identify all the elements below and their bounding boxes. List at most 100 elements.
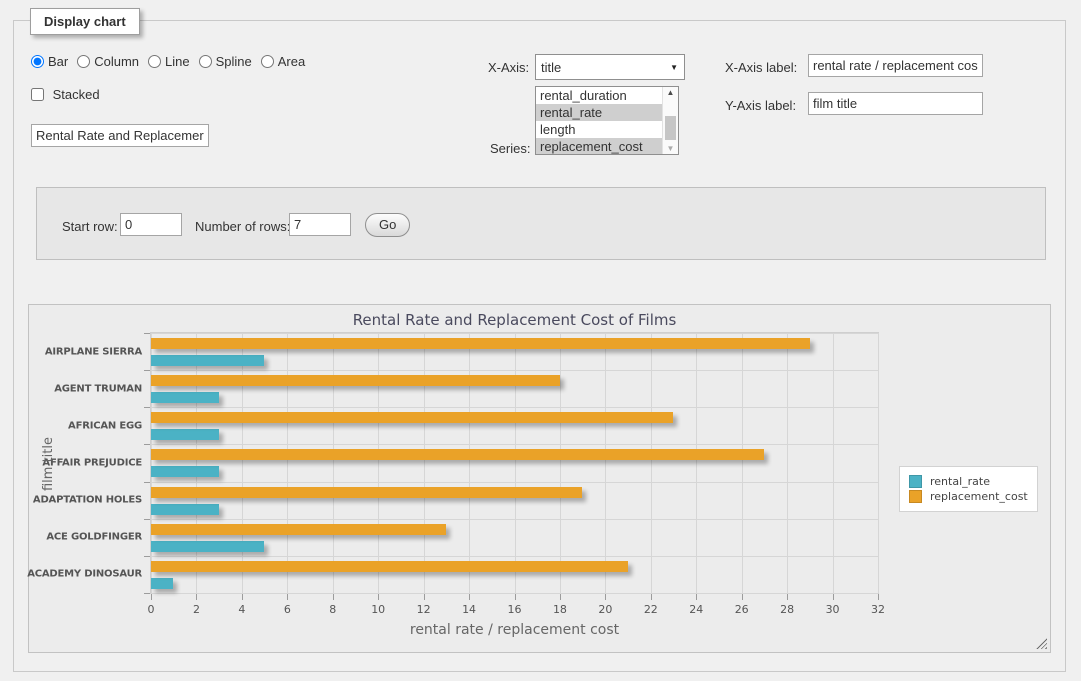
x-tick-label: 22 [644,603,658,616]
display-chart-fieldset: Display chart BarColumnLineSplineArea St… [13,20,1066,672]
x-tick-mark [333,594,334,600]
x-tick-label: 14 [462,603,476,616]
radio-bar[interactable] [31,55,44,68]
stacked-label: Stacked [53,87,100,102]
series-option-length[interactable]: length [536,121,662,138]
go-button[interactable]: Go [365,213,410,237]
x-tick-label: 6 [284,603,291,616]
x-tick-label: 4 [238,603,245,616]
stacked-row: Stacked [31,87,100,102]
radio-label: Line [165,54,190,69]
gridline-x-22 [651,333,652,593]
x-axis-select[interactable]: title ▼ [535,54,685,80]
x-tick-label: 0 [148,603,155,616]
gridline-x-0 [151,333,152,593]
number-of-rows-label: Number of rows: [195,219,290,234]
legend-item-replacement_cost: replacement_cost [909,490,1028,503]
page: Display chart BarColumnLineSplineArea St… [0,0,1081,681]
gridline-x-2 [196,333,197,593]
bar-replacement_cost-agent-truman [151,375,560,386]
x-tick-label: 16 [508,603,522,616]
gridline-x-12 [424,333,425,593]
category-label-agent-truman: AGENT TRUMAN [54,384,142,395]
start-row-input[interactable] [120,213,182,236]
bar-replacement_cost-affair-prejudice [151,449,764,460]
category-label-ace-goldfinger: ACE GOLDFINGER [46,532,142,543]
gridline-x-26 [742,333,743,593]
y-tick-mark [144,444,150,445]
series-list-label: Series: [490,141,530,156]
radio-column[interactable] [77,55,90,68]
x-tick-label: 26 [735,603,749,616]
radio-area[interactable] [261,55,274,68]
gridline-x-32 [878,333,879,593]
chart-plot-area: 02468101214161820222426283032AIRPLANE SI… [150,332,879,594]
x-tick-label: 10 [371,603,385,616]
radio-line[interactable] [148,55,161,68]
chart-title-input[interactable] [31,124,209,147]
gridline-x-10 [378,333,379,593]
radio-label: Column [94,54,139,69]
radio-spline[interactable] [199,55,212,68]
resize-handle-icon[interactable] [1036,638,1047,649]
y-tick-mark [144,333,150,334]
y-tick-mark [144,370,150,371]
series-option-replacement_cost[interactable]: replacement_cost [536,138,662,155]
y-tick-mark [144,519,150,520]
gridline-y [151,519,878,520]
bar-replacement_cost-academy-dinosaur [151,561,628,572]
x-tick-mark [605,594,606,600]
number-of-rows-input[interactable] [289,213,351,236]
gridline-y [151,370,878,371]
bar-rental_rate-airplane-sierra [151,355,264,366]
x-tick-mark [833,594,834,600]
x-tick-mark [287,594,288,600]
x-tick-mark [424,594,425,600]
scroll-down-icon[interactable]: ▼ [663,144,678,153]
stacked-checkbox[interactable] [31,88,44,101]
gridline-x-24 [696,333,697,593]
legend-swatch-rental_rate [909,475,922,488]
scroll-up-icon[interactable]: ▲ [663,88,678,97]
x-axis-select-label: X-Axis: [488,60,529,75]
series-listbox[interactable]: rental_durationrental_ratelengthreplacem… [535,86,679,155]
stacked-option[interactable]: Stacked [31,87,100,102]
x-tick-mark [560,594,561,600]
legend-item-rental_rate: rental_rate [909,475,1028,488]
x-tick-mark [515,594,516,600]
gridline-y [151,482,878,483]
gridline-x-20 [605,333,606,593]
chart-title: Rental Rate and Replacement Cost of Film… [150,311,879,329]
chart-type-option-column[interactable]: Column [77,54,139,69]
legend-label: rental_rate [930,475,990,488]
scrollbar-thumb[interactable] [665,116,676,140]
category-label-african-egg: AFRICAN EGG [68,421,142,432]
chart-type-option-area[interactable]: Area [261,54,305,69]
x-tick-label: 18 [553,603,567,616]
chart-type-option-line[interactable]: Line [148,54,190,69]
y-axis-label-input[interactable] [808,92,983,115]
chart-y-axis-title: film title [41,364,57,564]
bar-replacement_cost-adaptation-holes [151,487,582,498]
chart-container: Rental Rate and Replacement Cost of Film… [28,304,1051,653]
bar-replacement_cost-airplane-sierra [151,338,810,349]
chart-legend: rental_rate replacement_cost [899,466,1038,512]
series-scrollbar[interactable]: ▲ ▼ [662,87,678,154]
x-tick-mark [242,594,243,600]
y-axis-label-caption: Y-Axis label: [725,98,796,113]
series-option-rental_duration[interactable]: rental_duration [536,87,662,104]
x-tick-label: 20 [598,603,612,616]
chart-type-option-spline[interactable]: Spline [199,54,252,69]
chart-type-radio-group: Bar Column Line Spline Area [31,54,314,69]
radio-label: Area [278,54,305,69]
series-option-rental_rate[interactable]: rental_rate [536,104,662,121]
category-label-academy-dinosaur: ACADEMY DINOSAUR [27,569,142,580]
x-tick-label: 8 [329,603,336,616]
gridline-x-30 [833,333,834,593]
category-label-affair-prejudice: AFFAIR PREJUDICE [42,458,142,469]
chart-type-option-bar[interactable]: Bar [31,54,68,69]
x-tick-mark [469,594,470,600]
x-axis-label-input[interactable] [808,54,983,77]
category-label-airplane-sierra: AIRPLANE SIERRA [45,347,142,358]
bar-replacement_cost-ace-goldfinger [151,524,446,535]
